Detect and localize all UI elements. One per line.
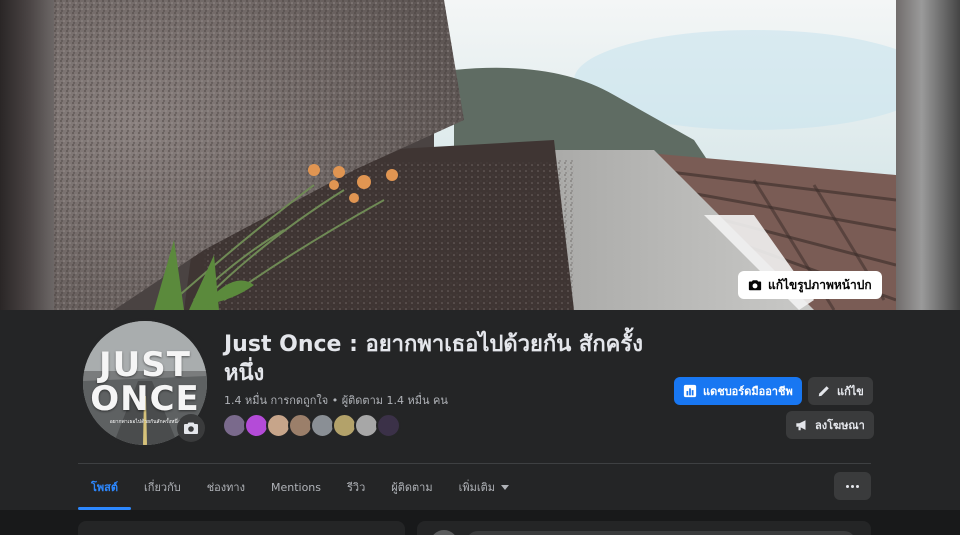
- camera-icon: [184, 422, 198, 434]
- tab-label: เพิ่มเติม: [458, 481, 496, 494]
- tab-0[interactable]: โพสต์: [78, 464, 132, 510]
- cover-photo-image: [54, 0, 896, 310]
- page-title: Just Once : อยากพาเธอไปด้วยกัน สักครั้งห…: [224, 332, 643, 386]
- caret-down-icon: [501, 484, 510, 490]
- advertise-button[interactable]: ลงโฆษณา: [786, 411, 874, 439]
- edit-label: แก้ไข: [837, 385, 864, 398]
- more-options-button[interactable]: [834, 472, 871, 500]
- tab-2[interactable]: ช่องทาง: [194, 464, 258, 510]
- likes-count[interactable]: 1.4 หมื่น การกดถูกใจ: [224, 394, 328, 407]
- ellipsis-icon: [851, 484, 854, 488]
- tab-5[interactable]: ผู้ติดตาม: [378, 464, 445, 510]
- dashboard-label: แดชบอร์ดมืออาชีพ: [703, 385, 793, 398]
- stats-separator: •: [331, 394, 339, 407]
- update-profile-picture-button[interactable]: [177, 414, 205, 442]
- page-stats: 1.4 หมื่น การกดถูกใจ • ผู้ติดตาม 1.4 หมื…: [224, 391, 448, 409]
- intro-card: [78, 521, 405, 535]
- tab-6[interactable]: เพิ่มเติม: [446, 464, 522, 510]
- page-tabs: โพสต์ เกี่ยวกับ ช่องทาง Mentions รีวิว ผู้ติด…: [78, 464, 522, 510]
- avatar-logo-line2: ONCE: [90, 379, 200, 419]
- tab-label: รีวิว: [347, 481, 366, 494]
- follower-avatars: [222, 413, 401, 439]
- followers-count[interactable]: ผู้ติดตาม 1.4 หมื่น คน: [342, 394, 448, 407]
- tab-label: ช่องทาง: [206, 481, 245, 494]
- edit-cover-label: แก้ไขรูปภาพหน้าปก: [768, 277, 872, 292]
- tab-label: เกี่ยวกับ: [144, 481, 181, 494]
- tab-1[interactable]: เกี่ยวกับ: [131, 464, 194, 510]
- bar-chart-icon: [683, 384, 697, 398]
- cover-photo[interactable]: [54, 0, 896, 310]
- tab-4[interactable]: รีวิว: [334, 464, 378, 510]
- follower-avatar[interactable]: [376, 413, 401, 438]
- facebook-page-view: แก้ไขรูปภาพหน้าปก JUST ONCE อยากพาเธอไปด…: [0, 0, 960, 535]
- megaphone-icon: [796, 420, 806, 431]
- ellipsis-icon: [846, 484, 849, 488]
- edit-cover-photo-button[interactable]: แก้ไขรูปภาพหน้าปก: [738, 271, 882, 299]
- advertise-label: ลงโฆษณา: [815, 419, 865, 432]
- tab-label: โพสต์: [91, 481, 119, 494]
- ellipsis-icon: [856, 484, 859, 488]
- camera-icon: [748, 280, 762, 291]
- tab-label: ผู้ติดตาม: [391, 481, 433, 494]
- composer-input[interactable]: [466, 531, 856, 535]
- professional-dashboard-button[interactable]: แดชบอร์ดมืออาชีพ: [674, 377, 802, 405]
- tab-3[interactable]: Mentions: [258, 464, 334, 510]
- tab-label: Mentions: [270, 480, 322, 494]
- edit-page-button[interactable]: แก้ไข: [808, 377, 873, 405]
- pencil-icon: [818, 386, 829, 397]
